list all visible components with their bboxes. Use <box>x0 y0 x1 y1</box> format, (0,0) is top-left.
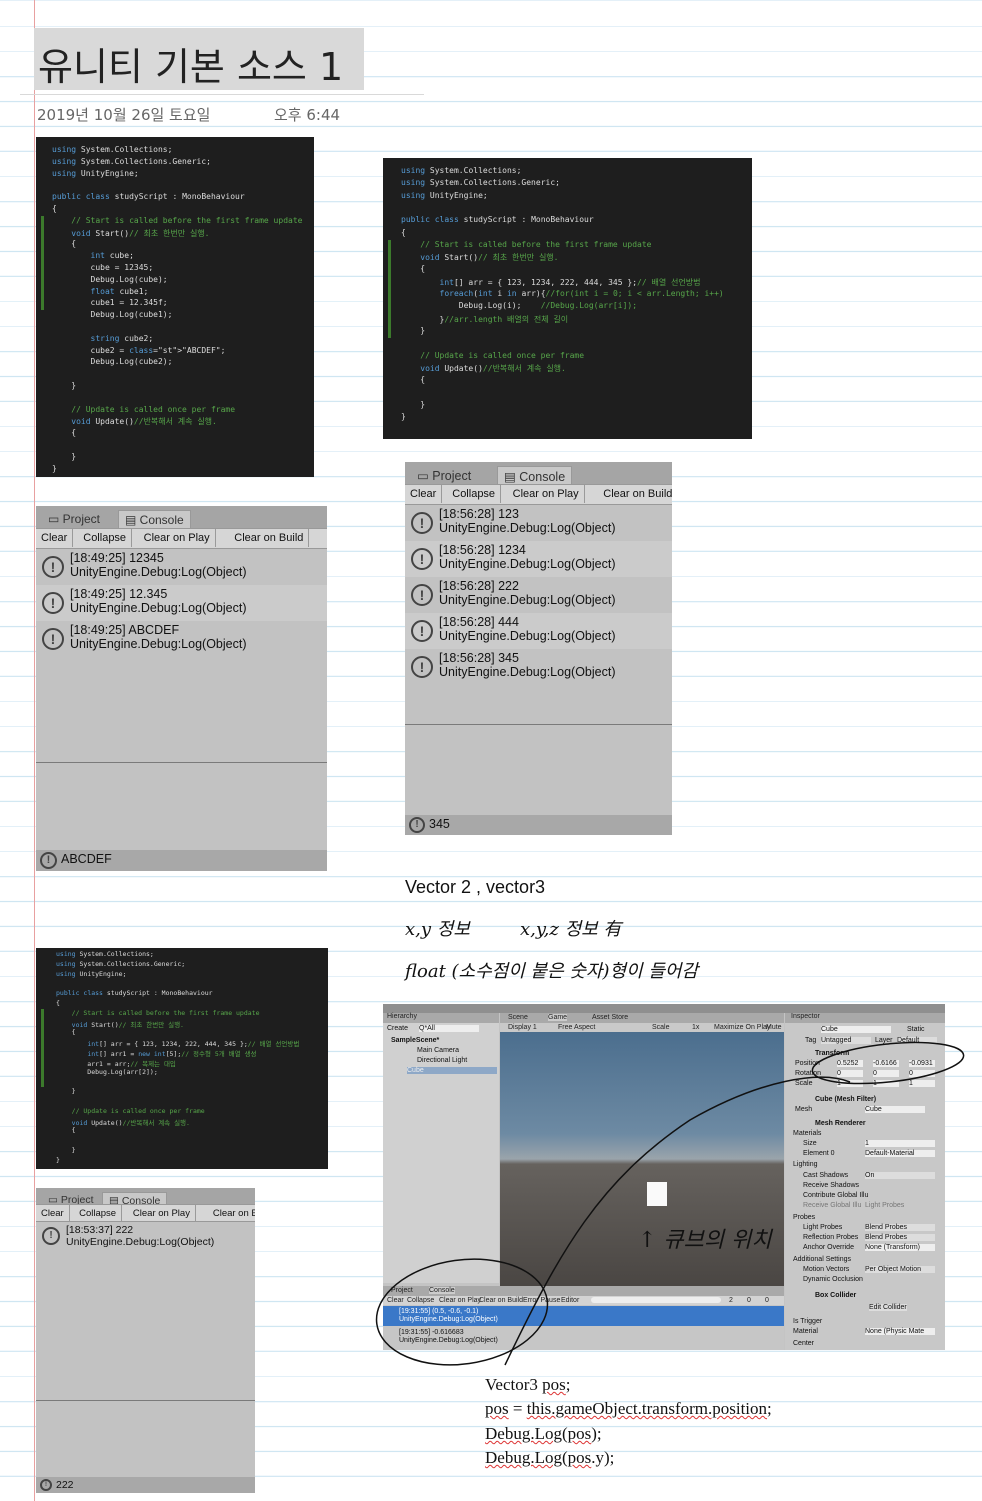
code-note-line-3: Debug.Log(pos); <box>485 1424 602 1443</box>
code-note-line-2: pos = this.gameObject.transform.position… <box>485 1399 772 1418</box>
cube-position-label: ↑ 큐브의 위치 <box>638 1228 773 1253</box>
position-circle <box>811 1041 965 1085</box>
console-circle <box>375 1258 549 1366</box>
connector-line <box>504 1076 851 1366</box>
handwritten-annotations: ↑ 큐브의 위치 <box>375 1041 965 1366</box>
code-note-line-1: Vector3 pos; <box>485 1375 571 1394</box>
code-note-line-4: Debug.Log(pos.y); <box>485 1448 615 1467</box>
